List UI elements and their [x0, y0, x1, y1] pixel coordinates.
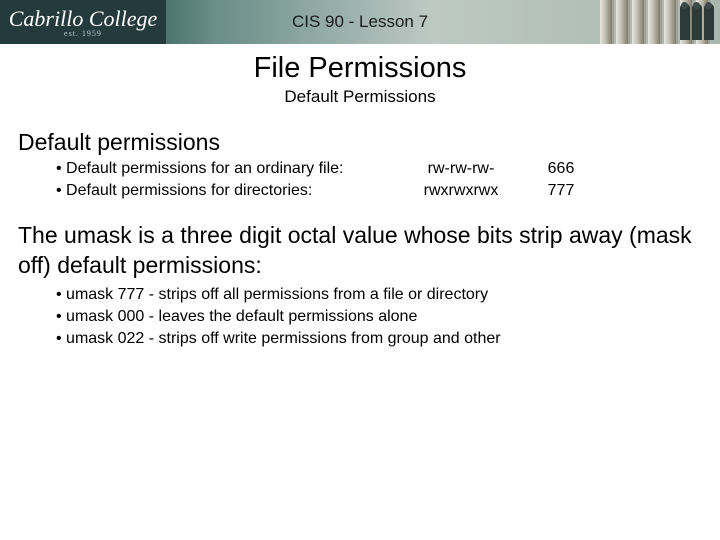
college-logo: Cabrillo College est. 1959: [0, 0, 166, 44]
permissions-label: Default permissions for an ordinary file…: [56, 158, 396, 180]
permissions-list: Default permissions for an ordinary file…: [56, 158, 666, 202]
permissions-octal: 777: [526, 180, 596, 202]
permissions-row: Default permissions for an ordinary file…: [56, 158, 666, 180]
course-title: CIS 90 - Lesson 7: [292, 12, 428, 32]
umask-item: umask 022 - strips off write permissions…: [56, 328, 720, 350]
section-heading: Default permissions: [18, 129, 720, 156]
umask-item: umask 000 - leaves the default permissio…: [56, 306, 720, 328]
umask-paragraph: The umask is a three digit octal value w…: [18, 220, 702, 280]
page-title: File Permissions: [0, 52, 720, 85]
umask-item: umask 777 - strips off all permissions f…: [56, 284, 720, 306]
permissions-mode: rw-rw-rw-: [396, 158, 526, 180]
umask-list: umask 777 - strips off all permissions f…: [56, 284, 720, 350]
page-subtitle: Default Permissions: [0, 87, 720, 107]
permissions-label: Default permissions for directories:: [56, 180, 396, 202]
slide-header: Cabrillo College est. 1959 CIS 90 - Less…: [0, 0, 720, 44]
permissions-octal: 666: [526, 158, 596, 180]
logo-text: Cabrillo College: [9, 9, 158, 29]
permissions-row: Default permissions for directories: rwx…: [56, 180, 666, 202]
header-people-graphic: [680, 4, 714, 40]
slide-body: File Permissions Default Permissions Def…: [0, 44, 720, 350]
logo-subtext: est. 1959: [64, 29, 102, 38]
permissions-mode: rwxrwxrwx: [396, 180, 526, 202]
